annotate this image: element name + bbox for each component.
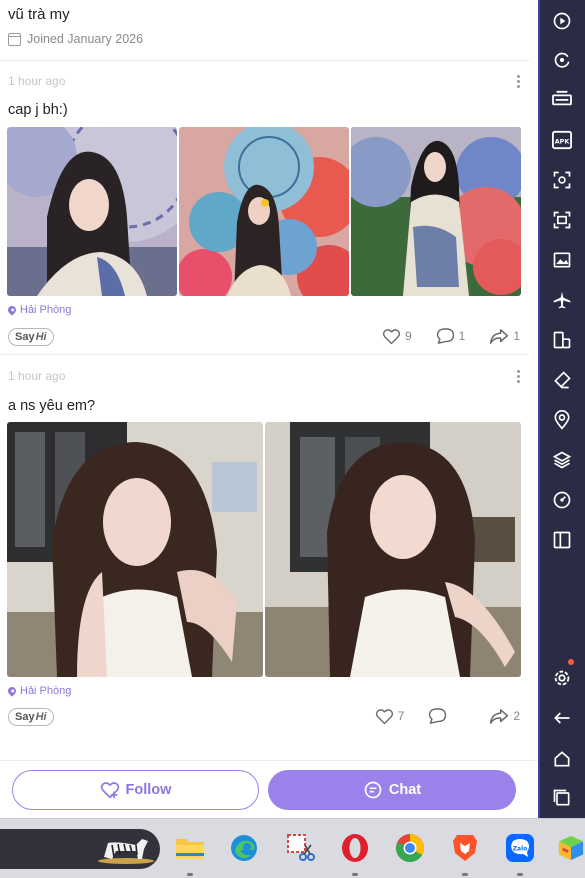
zebra-icon bbox=[98, 839, 154, 864]
more-options-icon[interactable] bbox=[516, 75, 520, 88]
post-time: 1 hour ago bbox=[8, 369, 66, 383]
bottom-action-bar: Follow Chat bbox=[0, 760, 538, 818]
share-count: 2 bbox=[513, 709, 520, 723]
location-icon[interactable] bbox=[550, 408, 574, 432]
opera-icon[interactable] bbox=[340, 833, 370, 863]
screenshot-icon[interactable] bbox=[550, 168, 574, 192]
share-icon bbox=[490, 708, 509, 724]
settings-icon[interactable] bbox=[550, 666, 574, 690]
post-actions: 9 1 1 bbox=[358, 327, 520, 345]
share-icon bbox=[490, 328, 509, 344]
taskbar: Zalo bbox=[0, 818, 585, 878]
sidebar-toggle-icon[interactable] bbox=[550, 528, 574, 552]
eraser-icon[interactable] bbox=[550, 368, 574, 392]
sayhi-say: Say bbox=[15, 711, 35, 723]
location-text: Hải Phòng bbox=[20, 304, 72, 316]
running-indicator bbox=[187, 873, 193, 876]
running-indicator bbox=[517, 873, 523, 876]
post-photo[interactable] bbox=[7, 422, 263, 677]
multi-instance-icon[interactable] bbox=[550, 328, 574, 352]
back-icon[interactable] bbox=[550, 706, 574, 730]
file-explorer-icon[interactable] bbox=[175, 833, 205, 863]
location-pin-icon bbox=[6, 304, 18, 316]
like-button[interactable]: 7 bbox=[375, 708, 405, 725]
sayhi-button[interactable]: Say Hi bbox=[8, 328, 54, 346]
calendar-icon bbox=[8, 32, 21, 46]
layers-icon[interactable] bbox=[550, 448, 574, 472]
post-location: Hải Phòng bbox=[6, 685, 72, 697]
comment-icon bbox=[436, 328, 454, 344]
like-count: 9 bbox=[404, 329, 412, 343]
zalo-label: Zalo bbox=[513, 846, 528, 853]
chat-label: Chat bbox=[388, 782, 422, 798]
recents-icon[interactable] bbox=[550, 786, 574, 810]
post-photo[interactable] bbox=[265, 422, 521, 677]
keyboard-icon[interactable] bbox=[550, 87, 574, 111]
comment-count: 1 bbox=[458, 329, 466, 343]
comment-icon bbox=[429, 708, 447, 724]
edge-icon[interactable] bbox=[229, 833, 259, 863]
play-icon[interactable] bbox=[550, 9, 574, 33]
post-photo[interactable] bbox=[351, 127, 521, 296]
sayhi-say: Say bbox=[15, 331, 35, 343]
like-button[interactable]: 9 bbox=[382, 328, 412, 345]
sayhi-hi: Hi bbox=[35, 331, 47, 343]
chrome-icon[interactable] bbox=[395, 833, 425, 863]
joined-date: Joined January 2026 bbox=[8, 32, 143, 46]
sayhi-hi: Hi bbox=[35, 711, 47, 723]
running-indicator bbox=[462, 873, 468, 876]
share-button[interactable]: 1 bbox=[489, 328, 520, 345]
speed-icon[interactable] bbox=[550, 488, 574, 512]
sayhi-button[interactable]: Say Hi bbox=[8, 708, 54, 726]
post-photo[interactable] bbox=[179, 127, 349, 296]
chat-button[interactable]: Chat bbox=[268, 770, 516, 810]
post-actions: 7 2 bbox=[351, 707, 520, 725]
apk-icon[interactable]: APK bbox=[550, 128, 574, 152]
taskbar-search-area[interactable] bbox=[0, 829, 160, 869]
joined-text: Joined January 2026 bbox=[27, 32, 144, 46]
heart-icon bbox=[382, 328, 401, 344]
follow-button[interactable]: Follow bbox=[12, 770, 259, 810]
rotate-icon[interactable] bbox=[550, 48, 574, 72]
more-options-icon[interactable] bbox=[516, 370, 520, 383]
bluestacks-icon[interactable] bbox=[557, 833, 585, 863]
record-icon[interactable] bbox=[550, 208, 574, 232]
emulator-toolbar: APK bbox=[538, 0, 585, 818]
share-count: 1 bbox=[513, 329, 520, 343]
zalo-icon[interactable]: Zalo bbox=[505, 833, 535, 863]
svg-text:APK: APK bbox=[555, 139, 571, 146]
location-pin-icon bbox=[6, 685, 18, 697]
post-card: 1 hour ago cap j bh:) Hải Phòng Say Hi 9… bbox=[0, 60, 530, 352]
home-icon[interactable] bbox=[550, 747, 574, 771]
post-card: 1 hour ago a ns yêu em? Hải Phòng Say Hi… bbox=[0, 354, 530, 754]
follow-label: Follow bbox=[125, 782, 172, 798]
post-caption: a ns yêu em? bbox=[8, 398, 96, 414]
running-indicator bbox=[352, 873, 358, 876]
like-count: 7 bbox=[397, 709, 405, 723]
share-button[interactable]: 2 bbox=[489, 708, 520, 725]
brave-icon[interactable] bbox=[450, 833, 480, 863]
profile-header: vũ trà my Joined January 2026 bbox=[8, 6, 143, 46]
airplane-icon[interactable] bbox=[550, 288, 574, 312]
profile-name: vũ trà my bbox=[8, 6, 70, 23]
comment-button[interactable]: 1 bbox=[436, 327, 466, 345]
heart-plus-icon bbox=[100, 782, 119, 799]
snipping-tool-icon[interactable] bbox=[285, 833, 315, 863]
post-caption: cap j bh:) bbox=[8, 102, 68, 118]
settings-notification-dot bbox=[568, 659, 574, 665]
post-location: Hải Phòng bbox=[6, 304, 72, 316]
app-window: vũ trà my Joined January 2026 1 hour ago… bbox=[0, 0, 538, 818]
media-icon[interactable] bbox=[550, 248, 574, 272]
chat-bubble-icon bbox=[364, 781, 382, 799]
heart-icon bbox=[375, 708, 393, 724]
post-time: 1 hour ago bbox=[8, 74, 66, 88]
location-text: Hải Phòng bbox=[20, 685, 72, 697]
comment-button[interactable] bbox=[428, 707, 451, 725]
post-photo[interactable] bbox=[7, 127, 177, 296]
